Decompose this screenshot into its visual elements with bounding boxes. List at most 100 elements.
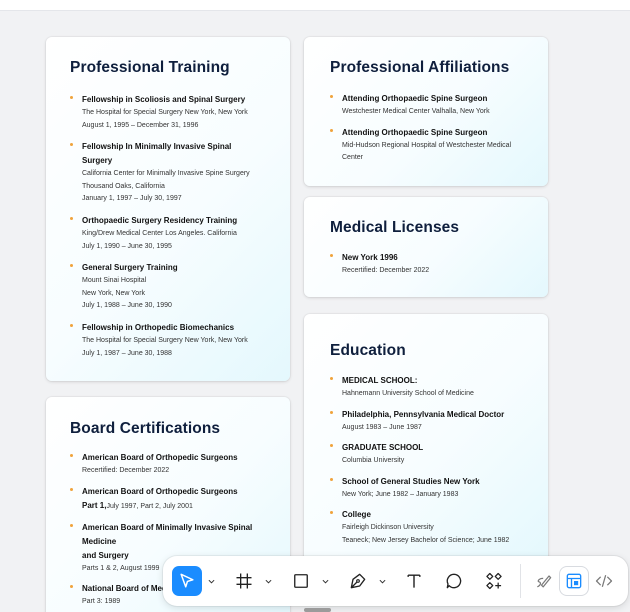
bullet-icon: [70, 143, 73, 147]
pen-nib-icon: [350, 573, 366, 589]
arrow-cursor-icon: [180, 573, 194, 588]
professional-training-card[interactable]: Professional Training Fellowship in Scol…: [46, 37, 290, 381]
item-detail: Thousand Oaks, California: [82, 182, 165, 190]
pencil-scribble-icon: [537, 575, 552, 588]
item-title: General Surgery Training: [82, 263, 178, 273]
list-item: Fellowship In Minimally Invasive Spinal …: [70, 140, 278, 206]
item-detail: Teaneck; New Jersey Bachelor of Science;…: [342, 536, 510, 544]
list-item: Fellowship in Orthopedic Biomechanics Th…: [70, 321, 278, 360]
bullet-icon: [70, 454, 73, 457]
list-item: School of General Studies New York New Y…: [330, 475, 536, 502]
item-detail: Columbia University: [342, 457, 405, 465]
item-detail-inline: July 1997, Part 2, July 2001: [106, 502, 193, 510]
select-tool-button[interactable]: [172, 566, 202, 596]
toolbar-divider: [520, 564, 521, 598]
hash-frame-icon: [236, 573, 252, 589]
item-detail: Mount Sinai Hospital: [82, 277, 147, 285]
list-item: Attending Orthopaedic Spine Surgeon Mid-…: [330, 126, 536, 165]
speech-bubble-icon: [446, 573, 462, 589]
education-list: MEDICAL SCHOOL: Hahnemann University Sch…: [330, 374, 536, 548]
bullet-icon: [70, 96, 73, 99]
pen-tool-button[interactable]: [343, 566, 373, 596]
bullet-icon: [330, 95, 333, 98]
components-add-icon: [486, 572, 502, 590]
chevron-down-icon[interactable]: [378, 577, 386, 585]
item-detail: Mid-Hudson Regional Hospital of Westches…: [342, 141, 512, 162]
list-item: Attending Orthopaedic Spine Surgeon West…: [330, 92, 536, 119]
bullet-icon: [70, 216, 73, 220]
item-title: Fellowship in Orthopedic Biomechanics: [82, 322, 235, 332]
item-detail: July 1, 1987 – June 30, 1988: [82, 349, 172, 357]
item-title: New York 1996: [342, 253, 398, 262]
medical-licenses-card[interactable]: Medical Licenses New York 1996 Recertifi…: [304, 197, 548, 297]
list-item: Fellowship in Scoliosis and Spinal Surge…: [70, 93, 278, 132]
item-title: American Board of Orthopedic Surgeons: [82, 486, 238, 496]
item-detail: Hahnemann University School of Medicine: [342, 390, 474, 397]
item-title: Attending Orthopaedic Spine Surgeon: [342, 127, 488, 137]
comment-tool-button[interactable]: [439, 566, 469, 596]
code-brackets-icon: [595, 574, 613, 588]
item-detail: July 1, 1990 – June 30, 1995: [82, 242, 172, 250]
list-item: Philadelphia, Pennsylvania Medical Docto…: [330, 408, 536, 435]
list-item: American Board of Orthopedic Surgeons Re…: [70, 451, 278, 478]
bullet-icon: [70, 585, 73, 589]
bullet-icon: [70, 487, 73, 491]
chevron-down-icon[interactable]: [321, 577, 329, 585]
dev-mode-tool-button[interactable]: [560, 567, 588, 595]
chevron-down-icon[interactable]: [207, 577, 215, 585]
licenses-list: New York 1996 Recertified: December 2022: [330, 251, 536, 278]
chevron-down-icon[interactable]: [264, 577, 272, 585]
list-item: GRADUATE SCHOOL Columbia University: [330, 441, 536, 468]
frame-tool-button[interactable]: [229, 566, 259, 596]
item-detail: Fairleigh Dickinson University: [342, 524, 434, 532]
item-detail: The Hospital for Special Surgery New Yor…: [82, 336, 248, 344]
item-detail: July 1, 1988 – June 30, 1990: [82, 302, 172, 310]
list-item: New York 1996 Recertified: December 2022: [330, 251, 536, 278]
bullet-icon: [330, 444, 333, 448]
layout-inspect-icon: [566, 573, 582, 589]
item-title: GRADUATE SCHOOL: [342, 443, 424, 453]
bullet-icon: [330, 477, 333, 481]
item-detail: January 1, 1997 – July 30, 1997: [82, 195, 182, 203]
list-item: Orthopaedic Surgery Residency Training K…: [70, 214, 278, 253]
bullet-icon: [330, 377, 333, 380]
item-detail: August 1, 1995 – December 31, 1996: [82, 121, 199, 129]
bullet-icon: [330, 410, 333, 414]
bullet-icon: [330, 128, 333, 132]
text-tool-button[interactable]: [399, 566, 429, 596]
item-title: Philadelphia, Pennsylvania Medical Docto…: [342, 409, 505, 419]
education-card[interactable]: Education MEDICAL SCHOOL: Hahnemann Univ…: [304, 314, 548, 564]
item-detail: Recertified: December 2022: [82, 467, 170, 474]
horizontal-scrollbar-thumb[interactable]: [304, 608, 331, 612]
professional-affiliations-card[interactable]: Professional Affiliations Attending Orth…: [304, 37, 548, 186]
item-title: Fellowship in Scoliosis and Spinal Surge…: [82, 95, 246, 104]
item-title: MEDICAL SCHOOL:: [342, 376, 418, 385]
draw-tool-button[interactable]: [529, 566, 559, 596]
list-item: MEDICAL SCHOOL: Hahnemann University Sch…: [330, 374, 536, 401]
list-item: General Surgery Training Mount Sinai Hos…: [70, 261, 278, 313]
item-detail: Recertified: December 2022: [342, 267, 430, 274]
affiliations-list: Attending Orthopaedic Spine Surgeon West…: [330, 92, 536, 173]
card-title: Education: [330, 342, 406, 359]
bullet-icon: [70, 523, 73, 527]
list-item: American Board of Orthopedic Surgeons Pa…: [70, 485, 278, 514]
card-title: Professional Training: [70, 59, 230, 76]
code-tool-button[interactable]: [589, 566, 619, 596]
item-detail: New York; June 1982 – January 1983: [342, 490, 459, 498]
item-detail: New York, New York: [82, 289, 146, 297]
item-title: Fellowship In Minimally Invasive Spinal …: [82, 142, 232, 166]
components-tool-button[interactable]: [479, 566, 509, 596]
top-bar: [0, 0, 630, 11]
item-detail: King/Drew Medical Center Los Angeles. Ca…: [82, 229, 237, 237]
item-title-line2: Part 1,July 1997, Part 2, July 2001: [82, 499, 278, 514]
item-detail: California Center for Minimally Invasive…: [82, 170, 250, 178]
item-detail: August 1983 – June 1987: [342, 423, 422, 431]
bullet-icon: [330, 511, 333, 515]
item-detail: The Hospital for Special Surgery New Yor…: [82, 109, 248, 116]
item-title: School of General Studies New York: [342, 476, 480, 486]
square-icon: [294, 574, 308, 588]
item-title: Orthopaedic Surgery Residency Training: [82, 215, 238, 225]
shape-tool-button[interactable]: [286, 566, 316, 596]
text-icon: [407, 574, 421, 588]
item-title: American Board of Minimally Invasive Spi…: [82, 522, 253, 546]
